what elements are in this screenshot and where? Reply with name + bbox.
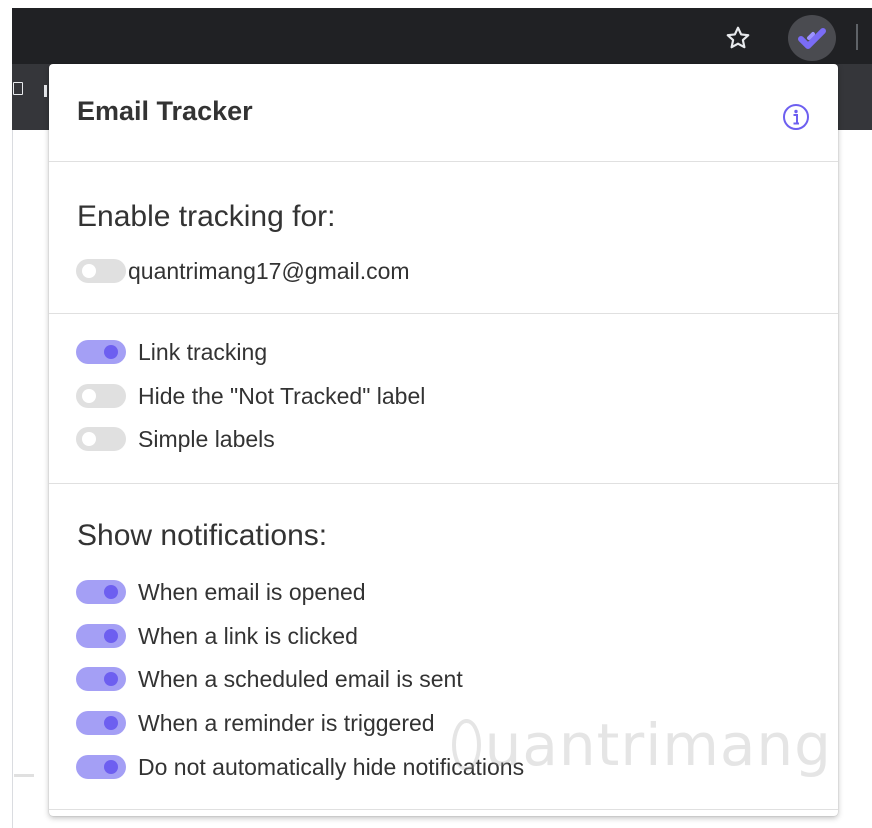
page-divider [14,774,34,777]
watermark-logo [452,719,481,771]
notify-email-opened-toggle[interactable] [76,580,126,604]
notify-scheduled-sent-row[interactable]: When a scheduled email is sent [76,664,463,694]
popup-title: Email Tracker [77,96,253,126]
link-tracking-toggle[interactable] [76,340,126,364]
notify-scheduled-sent-toggle[interactable] [76,667,126,691]
account-toggle[interactable] [76,259,126,283]
link-tracking-row[interactable]: Link tracking [76,337,267,367]
notify-reminder-row[interactable]: When a reminder is triggered [76,708,435,738]
notify-link-clicked-label: When a link is clicked [138,622,358,649]
simple-labels-toggle[interactable] [76,427,126,451]
notify-scheduled-sent-label: When a scheduled email is sent [138,665,463,692]
notify-email-opened-label: When email is opened [138,578,366,605]
email-tracker-popup: Email Tracker Enable tracking for: quant… [49,64,838,816]
simple-labels-label: Simple labels [138,425,275,452]
link-tracking-label: Link tracking [138,338,268,365]
tracking-options-section: Link tracking Hide the "Not Tracked" lab… [49,314,838,484]
notify-reminder-toggle[interactable] [76,711,126,735]
enable-tracking-heading: Enable tracking for: [77,200,336,233]
watermark: uantrimang [452,705,832,785]
watermark-text: uantrimang [484,711,832,779]
hide-not-tracked-label: Hide the "Not Tracked" label [138,382,426,409]
info-button[interactable] [782,103,810,131]
notify-no-auto-hide-toggle[interactable] [76,755,126,779]
toolbar-fragment [44,85,47,97]
simple-labels-row[interactable]: Simple labels [76,424,275,454]
notify-email-opened-row[interactable]: When email is opened [76,577,366,607]
notify-link-clicked-toggle[interactable] [76,624,126,648]
page-icon [13,82,23,95]
enable-tracking-section: Enable tracking for: quantrimang17@gmail… [49,162,838,314]
hide-not-tracked-toggle[interactable] [76,384,126,408]
page-content-strip [12,130,50,828]
popup-header: Email Tracker [49,64,838,162]
email-tracker-checkmark-icon [798,28,826,49]
account-toggle-row[interactable]: quantrimang17@gmail.com [76,256,410,286]
bookmark-star-button[interactable] [716,18,760,58]
info-circle-icon [783,104,809,130]
email-tracker-extension-button[interactable] [788,15,836,61]
star-outline-icon [726,26,750,49]
notifications-heading: Show notifications: [77,519,328,552]
notify-link-clicked-row[interactable]: When a link is clicked [76,621,358,651]
toolbar-separator [856,24,858,50]
notify-reminder-label: When a reminder is triggered [138,709,435,736]
account-email-label: quantrimang17@gmail.com [128,257,410,284]
hide-not-tracked-row[interactable]: Hide the "Not Tracked" label [76,381,425,411]
